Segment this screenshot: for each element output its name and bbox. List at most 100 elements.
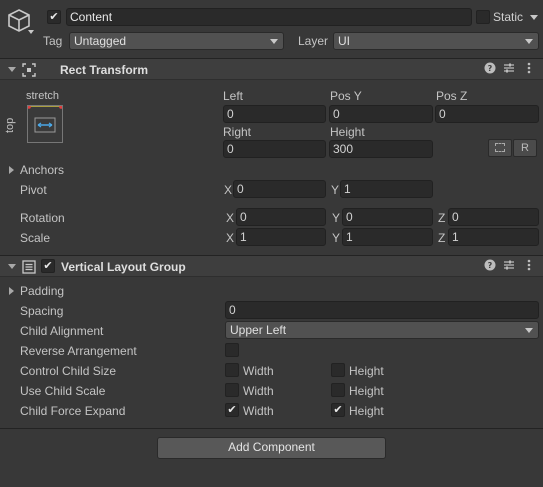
check-icon: ✔: [227, 404, 237, 416]
anchor-preset-horizontal-label: stretch: [26, 90, 60, 102]
control-child-size-width-label[interactable]: Width: [243, 363, 274, 379]
use-child-scale-width-checkbox[interactable]: [225, 383, 239, 397]
anchor-preset-vertical-label: top: [4, 117, 16, 133]
presets-icon[interactable]: [502, 62, 516, 77]
foldout-arrow-icon[interactable]: [8, 67, 16, 72]
scale-label: Scale: [20, 231, 51, 245]
scale-x-input[interactable]: 1: [236, 228, 326, 246]
add-component-button[interactable]: Add Component: [157, 437, 386, 459]
control-child-size-height-label[interactable]: Height: [349, 363, 384, 379]
child-force-expand-height-label[interactable]: Height: [349, 403, 384, 419]
chevron-down-icon: [525, 328, 533, 333]
child-force-expand-height-checkbox[interactable]: ✔: [331, 403, 345, 417]
more-options-icon[interactable]: [522, 259, 536, 274]
svg-text:?: ?: [488, 64, 493, 73]
child-alignment-dropdown[interactable]: Upper Left: [225, 321, 539, 339]
tag-label: Tag: [43, 34, 63, 48]
vertical-layout-group-enabled-toggle[interactable]: ✔: [41, 259, 55, 273]
tag-dropdown[interactable]: Untagged: [69, 32, 284, 50]
layout-group-icon: [22, 260, 36, 274]
layer-value: UI: [338, 34, 350, 48]
left-label: Left: [223, 89, 244, 103]
child-force-expand-width-checkbox[interactable]: ✔: [225, 403, 239, 417]
height-input[interactable]: 300: [329, 140, 433, 158]
pos-z-input[interactable]: 0: [435, 105, 539, 123]
more-options-icon[interactable]: [522, 62, 536, 77]
rotation-x-label: X: [226, 211, 235, 225]
scale-z-input[interactable]: 1: [448, 228, 539, 246]
vertical-layout-group-header[interactable]: ✔ Vertical Layout Group ?: [0, 255, 543, 277]
blueprint-dashed-icon: [495, 143, 505, 152]
rotation-y-input[interactable]: 0: [342, 208, 433, 226]
pivot-x-label: X: [224, 183, 233, 197]
scale-x-label: X: [226, 231, 235, 245]
rect-transform-header[interactable]: Rect Transform ?: [0, 58, 543, 80]
pos-y-input[interactable]: 0: [329, 105, 433, 123]
use-child-scale-height-label[interactable]: Height: [349, 383, 384, 399]
help-icon[interactable]: ?: [483, 62, 497, 77]
right-input[interactable]: 0: [223, 140, 326, 158]
icon-dropdown-arrow[interactable]: [28, 30, 34, 34]
blueprint-mode-button[interactable]: [488, 139, 512, 157]
pos-y-label: Pos Y: [330, 89, 362, 103]
static-checkbox[interactable]: [476, 10, 490, 24]
help-icon[interactable]: ?: [483, 259, 497, 274]
reverse-arrangement-label: Reverse Arrangement: [20, 344, 137, 358]
rotation-z-label: Z: [438, 211, 446, 225]
scale-y-input[interactable]: 1: [342, 228, 433, 246]
use-child-scale-label: Use Child Scale: [20, 384, 106, 398]
pos-z-label: Pos Z: [436, 89, 468, 103]
svg-text:?: ?: [488, 261, 493, 270]
anchors-label[interactable]: Anchors: [20, 162, 64, 178]
pivot-y-input[interactable]: 1: [340, 180, 433, 198]
rotation-y-label: Y: [332, 211, 341, 225]
active-toggle[interactable]: ✔: [47, 10, 61, 24]
control-child-size-label: Control Child Size: [20, 364, 117, 378]
use-child-scale-height-checkbox[interactable]: [331, 383, 345, 397]
raw-edit-button[interactable]: R: [513, 139, 537, 157]
use-child-scale-width-label[interactable]: Width: [243, 383, 274, 399]
gameobject-name-input[interactable]: Content: [66, 8, 472, 26]
pivot-label: Pivot: [20, 183, 47, 197]
rect-transform-title: Rect Transform: [60, 63, 149, 77]
layer-label: Layer: [298, 34, 329, 48]
check-icon: ✔: [333, 404, 343, 416]
active-check-icon: ✔: [49, 11, 59, 23]
scale-z-label: Z: [438, 231, 446, 245]
padding-foldout-icon[interactable]: [9, 287, 14, 295]
padding-label[interactable]: Padding: [20, 283, 64, 299]
chevron-down-icon: [270, 39, 278, 44]
foldout-arrow-icon[interactable]: [8, 264, 16, 269]
rotation-z-input[interactable]: 0: [448, 208, 539, 226]
scale-y-label: Y: [332, 231, 341, 245]
anchor-presets-button[interactable]: [27, 105, 63, 143]
rotation-x-input[interactable]: 0: [236, 208, 326, 226]
static-label[interactable]: Static: [493, 9, 523, 25]
spacing-label: Spacing: [20, 304, 64, 318]
rotation-label: Rotation: [20, 211, 65, 225]
child-force-expand-label: Child Force Expand: [20, 404, 126, 418]
raw-edit-label: R: [521, 142, 529, 154]
child-force-expand-width-label[interactable]: Width: [243, 403, 274, 419]
tag-value: Untagged: [74, 34, 127, 48]
chevron-down-icon: [525, 39, 533, 44]
enabled-check-icon: ✔: [43, 260, 53, 272]
rect-transform-icon: [22, 63, 36, 77]
spacing-input[interactable]: 0: [225, 301, 539, 319]
component-divider: [0, 428, 543, 429]
height-label: Height: [330, 125, 365, 139]
child-alignment-value: Upper Left: [230, 323, 287, 337]
child-alignment-label: Child Alignment: [20, 324, 104, 338]
layer-dropdown[interactable]: UI: [333, 32, 539, 50]
control-child-size-height-checkbox[interactable]: [331, 363, 345, 377]
pivot-x-input[interactable]: 0: [233, 180, 326, 198]
left-input[interactable]: 0: [223, 105, 326, 123]
anchors-foldout-icon[interactable]: [9, 166, 14, 174]
control-child-size-width-checkbox[interactable]: [225, 363, 239, 377]
reverse-arrangement-checkbox[interactable]: [225, 343, 239, 357]
presets-icon[interactable]: [502, 259, 516, 274]
static-dropdown-arrow[interactable]: [530, 15, 538, 20]
right-label: Right: [223, 125, 252, 139]
vertical-layout-group-title: Vertical Layout Group: [61, 260, 186, 274]
pivot-y-label: Y: [331, 183, 340, 197]
